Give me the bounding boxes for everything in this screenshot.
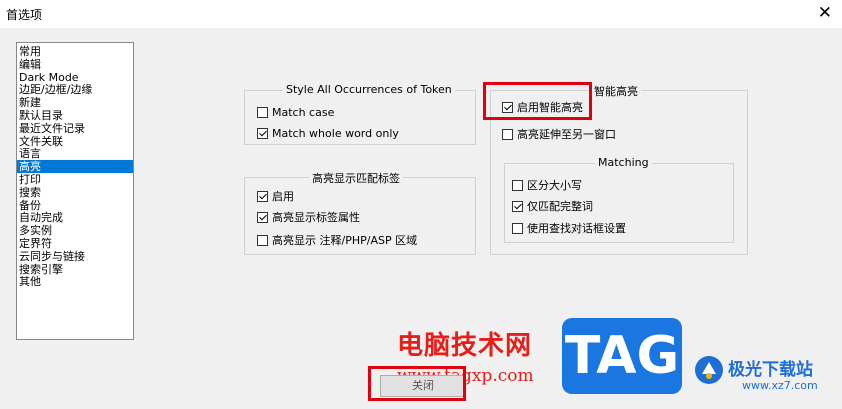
category-list[interactable]: 常用 编辑 Dark Mode 边距/边框/边缘 新建 默认目录 最近文件记录 文件关联 语言高… (16, 42, 134, 340)
tag-comment-zone-checkbox[interactable]: 高亮显示 注释/PHP/ASP 区域 (257, 232, 417, 248)
category-item[interactable]: 编辑 (17, 58, 133, 71)
category-item[interactable]: 搜索 (17, 186, 133, 199)
window-title: 首选项 (6, 8, 43, 22)
category-item[interactable]: Dark Mode (17, 71, 133, 84)
tag-attributes-checkbox[interactable]: 高亮显示标签属性 (257, 209, 360, 225)
use-find-dialog-label: 使用查找对话框设置 (527, 222, 626, 235)
watermark-site-url: www.xz7.com (742, 379, 818, 392)
smart-highlight-legend: 智能高亮 (591, 83, 641, 99)
category-item[interactable]: 边距/边框/边缘 (17, 83, 133, 96)
case-sensitive-checkbox[interactable]: 区分大小写 (512, 177, 582, 193)
watermark-cn-text: 电脑技术网 (397, 331, 533, 361)
use-find-dialog-checkbox[interactable]: 使用查找对话框设置 (512, 220, 626, 236)
match-case-box[interactable] (257, 107, 268, 118)
matching-legend: Matching (595, 156, 652, 169)
tag-comment-zone-box[interactable] (257, 234, 268, 246)
tag-attributes-label: 高亮显示标签属性 (272, 211, 360, 224)
category-item[interactable]: 打印 (17, 173, 133, 186)
match-case-checkbox[interactable]: Match case (257, 106, 334, 119)
category-item[interactable]: 云同步与链接 (17, 250, 133, 263)
case-sensitive-box[interactable] (512, 179, 523, 191)
category-item[interactable]: 多实例 (17, 224, 133, 237)
category-item[interactable]: 新建 (17, 96, 133, 109)
category-item[interactable]: 其他 (17, 275, 133, 288)
title-bar: 首选项 ✕ (0, 0, 842, 28)
close-button-highlight (368, 366, 466, 401)
category-item[interactable]: 搜索引擎 (17, 263, 133, 276)
tag-attributes-box[interactable] (257, 211, 268, 223)
smart-enable-highlight (483, 82, 592, 120)
whole-word-label: 仅匹配完整词 (527, 200, 593, 213)
match-case-label: Match case (272, 106, 335, 119)
smart-extend-checkbox[interactable]: 高亮延伸至另一窗口 (502, 126, 616, 142)
category-item[interactable]: 语言 (17, 147, 133, 160)
tag-match-legend: 高亮显示匹配标签 (309, 170, 403, 186)
match-whole-word-checkbox[interactable]: Match whole word only (257, 127, 399, 140)
tag-comment-zone-label: 高亮显示 注释/PHP/ASP 区域 (272, 234, 418, 247)
aurora-logo-icon (695, 356, 723, 384)
match-whole-word-box[interactable] (257, 128, 268, 139)
category-item[interactable]: 自动完成 (17, 211, 133, 224)
close-icon[interactable]: ✕ (818, 3, 832, 23)
token-style-legend: Style All Occurrences of Token (283, 83, 455, 96)
use-find-dialog-box[interactable] (512, 222, 523, 234)
whole-word-checkbox[interactable]: 仅匹配完整词 (512, 198, 593, 214)
watermark-tag-logo: TAG (562, 318, 682, 394)
category-item[interactable]: 文件关联 (17, 135, 133, 148)
whole-word-box[interactable] (512, 200, 523, 212)
case-sensitive-label: 区分大小写 (527, 179, 582, 192)
smart-extend-box[interactable] (502, 128, 513, 140)
tag-enable-label: 启用 (272, 190, 294, 203)
category-item[interactable]: 最近文件记录 (17, 122, 133, 135)
category-item[interactable]: 常用 (17, 45, 133, 58)
category-item[interactable]: 高亮 (17, 160, 133, 173)
watermark-site-name: 极光下载站 (728, 360, 813, 380)
tag-enable-checkbox[interactable]: 启用 (257, 188, 294, 204)
match-whole-word-label: Match whole word only (272, 127, 399, 140)
smart-extend-label: 高亮延伸至另一窗口 (517, 128, 616, 141)
category-item[interactable]: 定界符 (17, 237, 133, 250)
tag-enable-box[interactable] (257, 190, 268, 202)
category-item[interactable]: 备份 (17, 199, 133, 212)
category-item[interactable]: 默认目录 (17, 109, 133, 122)
